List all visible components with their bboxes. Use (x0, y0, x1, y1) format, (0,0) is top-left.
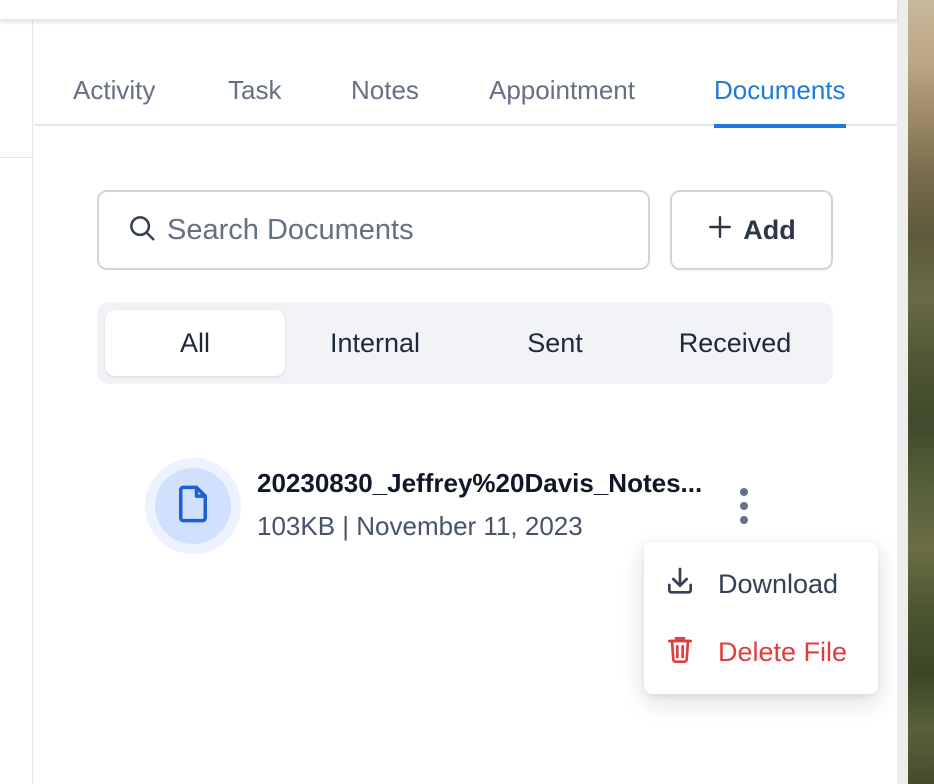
filter-all[interactable]: All (105, 310, 285, 376)
top-bar (0, 0, 897, 20)
tab-documents[interactable]: Documents (714, 60, 846, 128)
file-icon (172, 483, 214, 530)
search-icon (127, 213, 157, 248)
right-gutter (897, 0, 908, 784)
filter-received[interactable]: Received (645, 310, 825, 376)
more-options-icon[interactable] (734, 486, 754, 526)
add-button[interactable]: Add (670, 190, 833, 270)
documents-panel: Activity Task Notes Appointment Document… (34, 20, 897, 784)
left-panel (0, 0, 33, 784)
plus-icon (707, 214, 733, 247)
tab-appointment[interactable]: Appointment (489, 60, 635, 126)
document-icon-badge (145, 458, 241, 554)
add-button-label: Add (743, 214, 796, 245)
download-icon (664, 565, 696, 604)
document-meta: 103KB | November 11, 2023 (257, 511, 583, 541)
filter-sent[interactable]: Sent (465, 310, 645, 376)
tab-task[interactable]: Task (228, 60, 281, 126)
tab-notes[interactable]: Notes (351, 60, 419, 126)
trash-icon (664, 633, 696, 672)
menu-item-label: Delete File (718, 636, 848, 667)
filter-segmented-control: All Internal Sent Received (97, 302, 833, 384)
tab-activity[interactable]: Activity (73, 60, 155, 126)
document-name[interactable]: 20230830_Jeffrey%20Davis_Notes... (257, 468, 715, 499)
left-panel-divider (0, 157, 33, 158)
search-box[interactable] (97, 190, 650, 270)
page: Activity Task Notes Appointment Document… (0, 0, 934, 784)
tab-bar: Activity Task Notes Appointment Document… (34, 60, 897, 128)
document-context-menu: Download Delete File (644, 542, 878, 694)
document-row[interactable]: 20230830_Jeffrey%20Davis_Notes... 103KB … (145, 458, 785, 554)
background-photo (908, 0, 934, 784)
menu-item-download[interactable]: Download (644, 554, 878, 614)
menu-item-delete[interactable]: Delete File (644, 622, 878, 682)
search-input[interactable] (167, 213, 627, 247)
menu-item-label: Download (718, 568, 839, 599)
filter-internal[interactable]: Internal (285, 310, 465, 376)
